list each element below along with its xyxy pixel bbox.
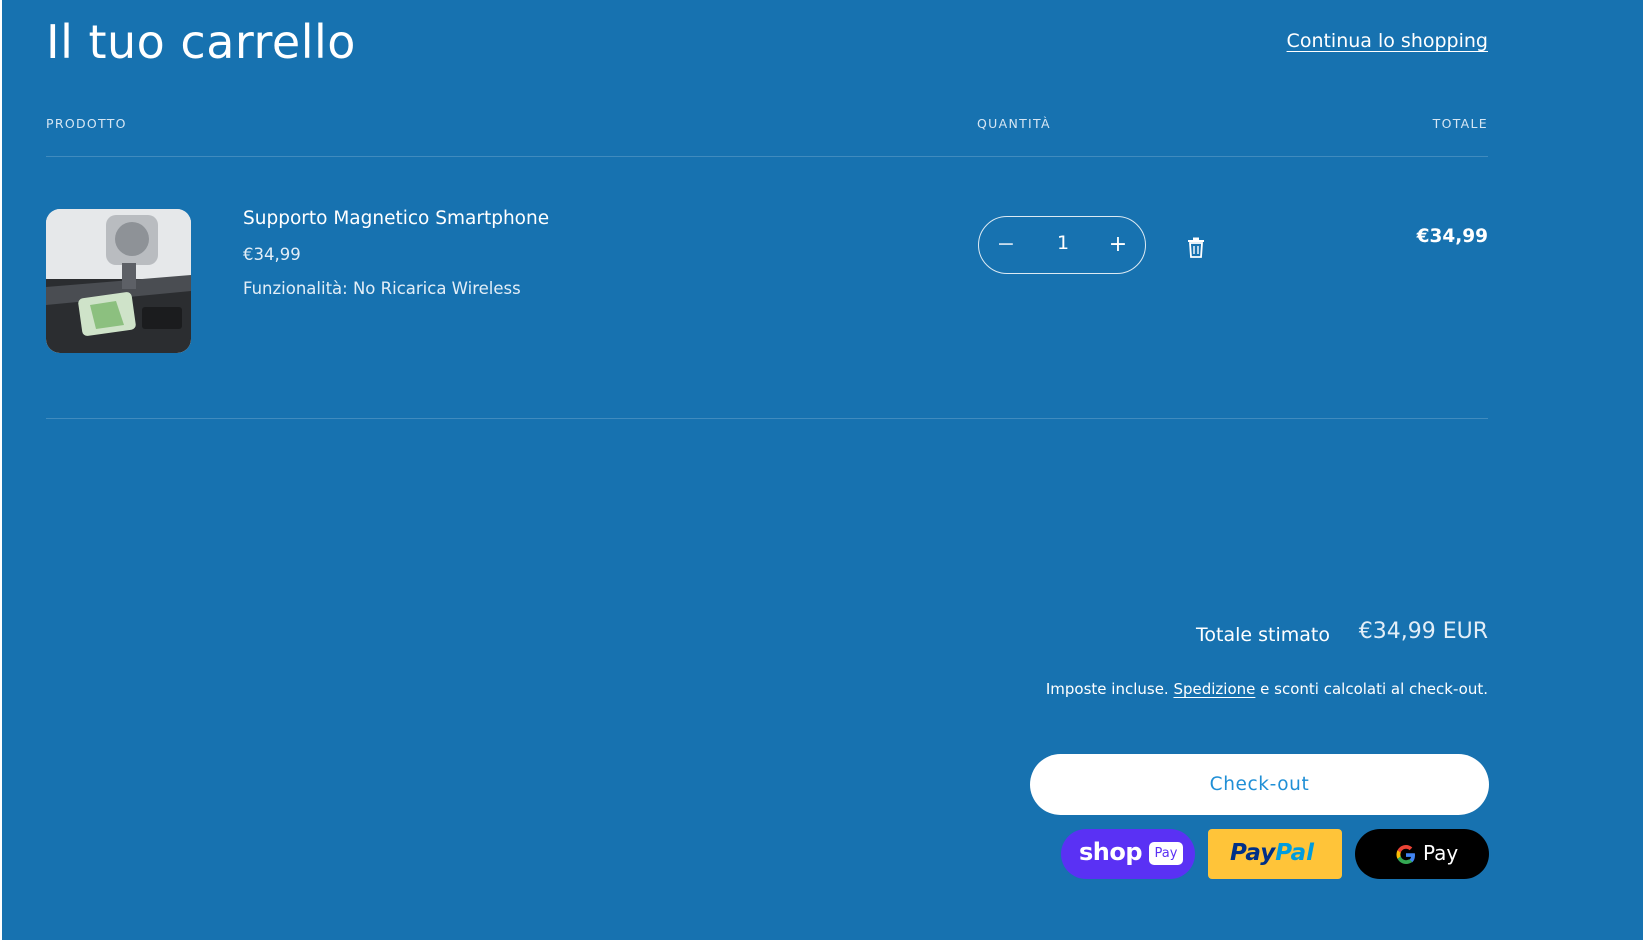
cart-page: Il tuo carrello Continua lo shopping PRO… [2, 0, 1643, 940]
trash-icon [1188, 237, 1204, 258]
tax-note-prefix: Imposte incluse. [1045, 680, 1174, 698]
line-item-total: €34,99 [1416, 226, 1488, 247]
product-unit-price: €34,99 [243, 245, 301, 264]
google-pay-button[interactable]: Pay [1355, 829, 1489, 879]
continue-shopping-link[interactable]: Continua lo shopping [1287, 30, 1488, 52]
quantity-input[interactable]: 1 [1039, 232, 1087, 254]
quantity-stepper: − 1 + [978, 216, 1146, 274]
estimated-total-label: Totale stimato [1196, 624, 1330, 646]
product-name-link[interactable]: Supporto Magnetico Smartphone [243, 208, 549, 229]
increase-quantity-button[interactable]: + [1103, 229, 1133, 261]
paypal-logo-pal: Pal [1275, 840, 1314, 866]
shop-pay-logo-text: shop [1079, 838, 1143, 866]
column-header-quantity: QUANTITÀ [977, 116, 1051, 131]
items-divider [46, 418, 1488, 419]
product-image[interactable] [46, 209, 191, 353]
estimated-total-value: €34,99 EUR [1358, 619, 1488, 644]
paypal-logo-pay: Pay [1230, 840, 1276, 866]
product-variant: Funzionalità: No Ricarica Wireless [243, 279, 521, 298]
tax-note-suffix: e sconti calcolati al check-out. [1255, 680, 1488, 698]
column-header-total: TOTALE [1432, 116, 1488, 131]
page-title: Il tuo carrello [46, 15, 356, 69]
product-photo-icon [46, 209, 191, 353]
paypal-logo: PayPal [1230, 840, 1314, 866]
remove-item-button[interactable] [1187, 237, 1205, 259]
google-pay-text: Pay [1423, 841, 1459, 865]
google-g-icon [1396, 845, 1415, 864]
decrease-quantity-button[interactable]: − [991, 229, 1021, 261]
column-header-product: PRODOTTO [46, 116, 127, 131]
tax-shipping-note: Imposte incluse. Spedizione e sconti cal… [1028, 677, 1488, 702]
checkout-button[interactable]: Check-out [1030, 754, 1489, 815]
header-divider [46, 156, 1488, 157]
shop-pay-badge: Pay [1149, 842, 1183, 865]
shop-pay-button[interactable]: shop Pay [1061, 829, 1195, 879]
paypal-button[interactable]: PayPal [1208, 829, 1342, 879]
shipping-policy-link[interactable]: Spedizione [1173, 680, 1255, 698]
